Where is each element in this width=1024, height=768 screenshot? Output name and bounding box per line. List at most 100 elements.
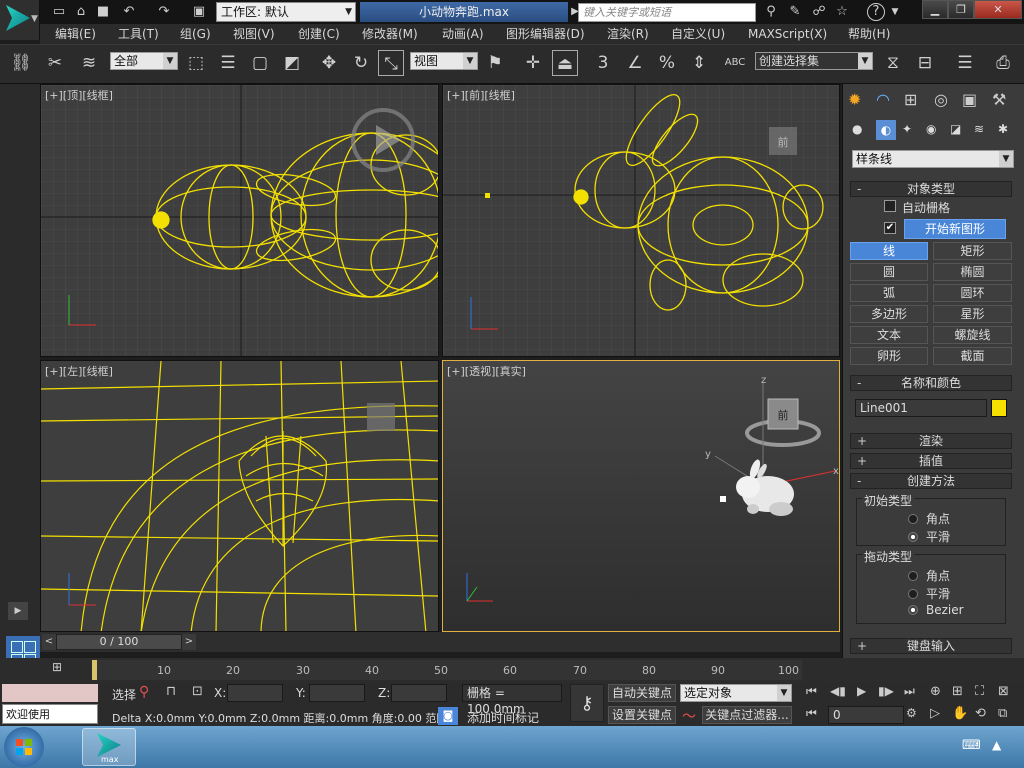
mirror-icon[interactable]: ⧖ (880, 50, 906, 76)
start-new-shape-checkbox[interactable]: ✔ (884, 222, 896, 234)
rollout-keyboard-entry[interactable]: + 键盘输入 (850, 638, 1012, 654)
key-filters-button[interactable]: 关键点过滤器... (702, 706, 792, 724)
initial-corner-radio[interactable]: 角点 (908, 510, 950, 527)
welcome-text[interactable]: 欢迎使用 MAXScri (2, 704, 98, 741)
maximize-viewport-icon[interactable]: ⧉ (998, 706, 1007, 721)
percent-snap-icon[interactable]: % (654, 50, 680, 76)
cameras-icon[interactable]: ◉ (926, 122, 936, 136)
taskbar-3dsmax-button[interactable]: max (82, 728, 136, 766)
zoom-extents-icon[interactable]: ⛶ (975, 684, 984, 699)
selection-filter-dropdown[interactable]: 全部 ▼ (110, 52, 178, 70)
menu-edit[interactable]: 编辑(E) (55, 24, 96, 44)
orbit-icon[interactable]: ⟲ (975, 706, 986, 721)
workspace-dropdown[interactable]: 工作区: 默认 ▼ (216, 2, 356, 22)
zoom-extents-all-icon[interactable]: ⊠ (998, 684, 1009, 699)
object-line-button[interactable]: 线 (850, 242, 928, 260)
pan-icon[interactable]: ✋ (952, 706, 968, 721)
z-coord-input[interactable] (391, 684, 447, 702)
menu-group[interactable]: 组(G) (180, 24, 211, 44)
search-input[interactable]: 键入关键字或短语 (578, 3, 756, 22)
object-color-swatch[interactable] (991, 399, 1007, 417)
absolute-mode-icon[interactable]: ⊡ (192, 684, 203, 699)
helpers-icon[interactable]: ◪ (950, 122, 961, 136)
play-animation-icon[interactable]: ▶ (857, 684, 866, 698)
field-of-view-icon[interactable]: ▷ (930, 706, 940, 721)
menu-graph-editors[interactable]: 图形编辑器(D) (506, 24, 585, 44)
maxscript-listener-input[interactable] (2, 684, 98, 702)
go-to-start-icon[interactable]: ⏮ (806, 684, 817, 699)
rollout-render[interactable]: + 渲染 (850, 433, 1012, 449)
select-object-icon[interactable]: ⬚ (183, 50, 209, 76)
angle-snap-icon[interactable]: ∠ (622, 50, 648, 76)
auto-grid-checkbox[interactable] (884, 200, 896, 212)
select-manipulate-icon[interactable]: ✛ (520, 50, 546, 76)
key-tool-icon[interactable]: ✎ (786, 3, 804, 21)
reference-coord-dropdown[interactable]: 视图 ▼ (410, 52, 478, 70)
start-button[interactable] (4, 727, 44, 767)
viewport-top[interactable]: [+][顶][线框] (40, 84, 439, 357)
spinner-snap-icon[interactable]: ⇕ (686, 50, 712, 76)
mini-curve-editor-icon[interactable]: ⊞ (52, 660, 74, 678)
keyboard-icon[interactable]: ⌨ (962, 738, 981, 753)
project-folder-icon[interactable]: ▣ (190, 3, 208, 21)
object-arc-button[interactable]: 弧 (850, 284, 928, 302)
object-ellipse-button[interactable]: 椭圆 (933, 263, 1012, 281)
bunny-model[interactable] (736, 458, 794, 516)
viewcube-left[interactable] (367, 403, 395, 431)
rollout-object-type[interactable]: - 对象类型 (850, 181, 1012, 197)
bind-space-warp-icon[interactable]: ≋ (76, 50, 102, 76)
viewcube-perspective[interactable]: 前 (745, 398, 821, 447)
viewport-top-label[interactable]: [+][顶][线框] (45, 87, 113, 103)
window-crossing-icon[interactable]: ◩ (279, 50, 305, 76)
drag-smooth-radio[interactable]: 平滑 (908, 585, 950, 602)
named-selection-set-dropdown[interactable]: 创建选择集 ▼ (755, 52, 873, 70)
key-mode-toggle-icon[interactable]: ⏮ (806, 706, 817, 721)
x-coord-input[interactable] (227, 684, 283, 702)
viewport-left[interactable]: [+][左][线框] (40, 360, 439, 632)
display-tab-icon[interactable]: ▣ (962, 90, 977, 109)
time-next-arrow-icon[interactable]: > (182, 634, 196, 650)
help-dropdown-icon[interactable]: ▼ (886, 3, 904, 21)
save-file-icon[interactable]: ■ (94, 3, 112, 21)
geometry-icon[interactable]: ● (852, 122, 862, 136)
status-toggle-icon[interactable]: ◙ (438, 707, 458, 725)
rotate-icon[interactable]: ↻ (348, 50, 374, 76)
open-file-icon[interactable]: ⌂ (72, 3, 90, 21)
motion-tab-icon[interactable]: ◎ (934, 90, 948, 109)
lights-icon[interactable]: ✦ (902, 122, 912, 136)
menu-modifiers[interactable]: 修改器(M) (362, 24, 418, 44)
object-section-button[interactable]: 截面 (933, 347, 1012, 365)
menu-animation[interactable]: 动画(A) (442, 24, 484, 44)
align-icon[interactable]: ⊟ (912, 50, 938, 76)
play-icon[interactable]: ▶ (8, 602, 28, 620)
current-frame-input[interactable]: 0 (828, 706, 904, 724)
drag-corner-radio[interactable]: 角点 (908, 567, 950, 584)
previous-frame-icon[interactable]: ◀▮ (830, 684, 846, 698)
menu-tools[interactable]: 工具(T) (118, 24, 159, 44)
close-button[interactable]: ✕ (974, 0, 1022, 19)
hierarchy-tab-icon[interactable]: ⊞ (904, 90, 917, 109)
zoom-all-icon[interactable]: ⊞ (952, 684, 963, 699)
object-egg-button[interactable]: 卵形 (850, 347, 928, 365)
menu-customize[interactable]: 自定义(U) (671, 24, 725, 44)
object-donut-button[interactable]: 圆环 (933, 284, 1012, 302)
viewport-perspective[interactable]: [+][透视][真实] 前 z y x (442, 360, 840, 632)
scale-icon[interactable]: ⤡ (378, 50, 404, 76)
edit-named-selection-icon[interactable]: ABC (722, 50, 748, 76)
pivot-center-icon[interactable]: ⚑ (482, 50, 508, 76)
keyboard-shortcut-override-icon[interactable]: ⏏ (552, 50, 578, 76)
viewport-left-label[interactable]: [+][左][线框] (45, 363, 113, 379)
select-by-name-icon[interactable]: ☰ (215, 50, 241, 76)
redo-icon[interactable]: ↷ (155, 3, 173, 21)
help-icon[interactable]: ? (867, 3, 885, 21)
binoculars-icon[interactable]: ⚲ (762, 3, 780, 21)
category-dropdown[interactable]: 样条线 ▼ (852, 150, 1014, 168)
tray-arrow-icon[interactable]: ▲ (992, 738, 1001, 752)
menu-help[interactable]: 帮助(H) (848, 24, 890, 44)
next-frame-icon[interactable]: ▮▶ (878, 684, 894, 698)
drag-bezier-radio[interactable]: Bezier (908, 603, 964, 617)
menu-rendering[interactable]: 渲染(R) (607, 24, 649, 44)
unlink-icon[interactable]: ✂ (42, 50, 68, 76)
selection-lock-icon[interactable]: ⊓ (166, 684, 176, 699)
add-time-tag-button[interactable]: 添加时间标记 (467, 709, 539, 726)
